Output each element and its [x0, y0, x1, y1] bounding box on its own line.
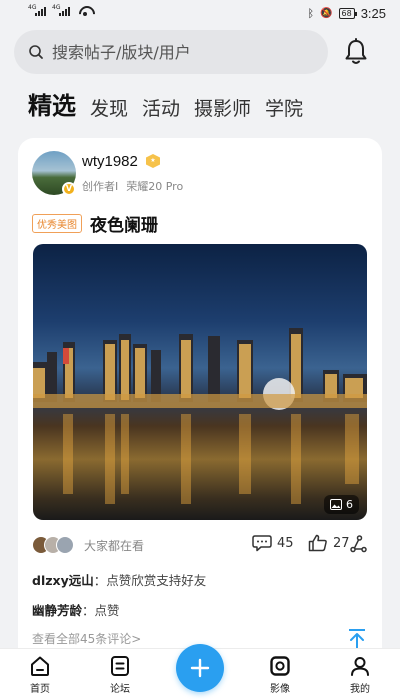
nav-profile[interactable]: 我的 — [335, 655, 385, 695]
clock: 3:25 — [360, 6, 386, 21]
comment-user[interactable]: dlzxy远山 — [32, 573, 94, 588]
nav-home[interactable]: 首页 — [15, 655, 65, 695]
author-role: 创作者I — [82, 180, 119, 193]
view-all-comments-link[interactable]: 查看全部45条评论> — [32, 630, 141, 647]
create-post-button[interactable] — [176, 644, 224, 692]
author-device: 荣耀20 Pro — [126, 180, 184, 193]
post-photo[interactable]: 6 — [33, 244, 367, 520]
username[interactable]: wty1982 — [82, 153, 138, 170]
mute-icon: 🔕 — [320, 8, 333, 19]
city-skyline-image — [33, 328, 367, 504]
plus-icon — [190, 658, 210, 678]
tab-featured[interactable]: 精选 — [28, 86, 76, 121]
search-input[interactable] — [52, 42, 302, 62]
comment-item[interactable]: 幽静芳龄：点赞 — [32, 600, 120, 619]
comment-text: 点赞 — [94, 603, 120, 618]
image-count-badge: 6 — [324, 495, 359, 514]
search-bar[interactable] — [14, 30, 328, 74]
search-icon — [29, 45, 43, 59]
nav-imaging-label: 影像 — [270, 684, 290, 695]
comment-user[interactable]: 幽静芳龄 — [32, 603, 82, 618]
like-button[interactable]: 27 — [308, 534, 350, 552]
post-tag: 优秀美图 — [32, 214, 82, 233]
level-badge-icon: ★ — [146, 154, 160, 168]
viewer-avatars — [32, 536, 78, 554]
nav-profile-label: 我的 — [350, 684, 370, 695]
bluetooth-icon: ᛒ — [307, 7, 315, 20]
comment-item[interactable]: dlzxy远山：点赞欣赏支持好友 — [32, 570, 206, 589]
nav-forum-label: 论坛 — [110, 684, 130, 695]
camera-icon — [270, 656, 290, 676]
gallery-icon — [330, 499, 342, 510]
nav-forum[interactable]: 论坛 — [95, 655, 145, 695]
signal-icon: 4G — [28, 4, 46, 16]
category-tabs: 精选 发现 活动 摄影师 学院 — [28, 86, 303, 121]
notification-bell-icon[interactable] — [340, 36, 372, 68]
author-meta: 创作者I 荣耀20 Pro — [82, 178, 183, 194]
comment-count: 45 — [277, 535, 294, 551]
tab-events[interactable]: 活动 — [142, 94, 180, 121]
wifi-icon — [78, 6, 92, 16]
forum-icon — [111, 656, 129, 676]
profile-icon — [351, 657, 369, 676]
comment-text: 点赞欣赏支持好友 — [106, 573, 207, 588]
image-count: 6 — [346, 498, 353, 511]
battery-indicator: 68 — [338, 8, 357, 19]
share-icon[interactable] — [348, 534, 368, 554]
tab-discover[interactable]: 发现 — [90, 94, 128, 121]
social-row: 大家都在看 45 27 — [32, 534, 368, 556]
home-icon — [31, 656, 49, 676]
watching-label: 大家都在看 — [84, 539, 145, 553]
nav-imaging[interactable]: 影像 — [255, 655, 305, 695]
nav-home-label: 首页 — [30, 684, 50, 695]
tab-academy[interactable]: 学院 — [265, 94, 303, 121]
comment-button[interactable]: 45 — [252, 534, 294, 552]
tab-photographers[interactable]: 摄影师 — [194, 94, 251, 121]
post-title[interactable]: 夜色阑珊 — [90, 211, 158, 236]
status-bar: 4G 4G ᛒ 🔕 68 3:25 — [0, 0, 400, 26]
post-card[interactable]: V wty1982 ★ 创作者I 荣耀20 Pro 优秀美图 夜色阑珊 6 大家… — [18, 138, 382, 678]
verified-badge-icon: V — [62, 182, 76, 196]
thumbs-up-icon — [308, 534, 327, 552]
signal-icon: 4G — [52, 4, 70, 16]
comment-icon — [252, 535, 272, 552]
